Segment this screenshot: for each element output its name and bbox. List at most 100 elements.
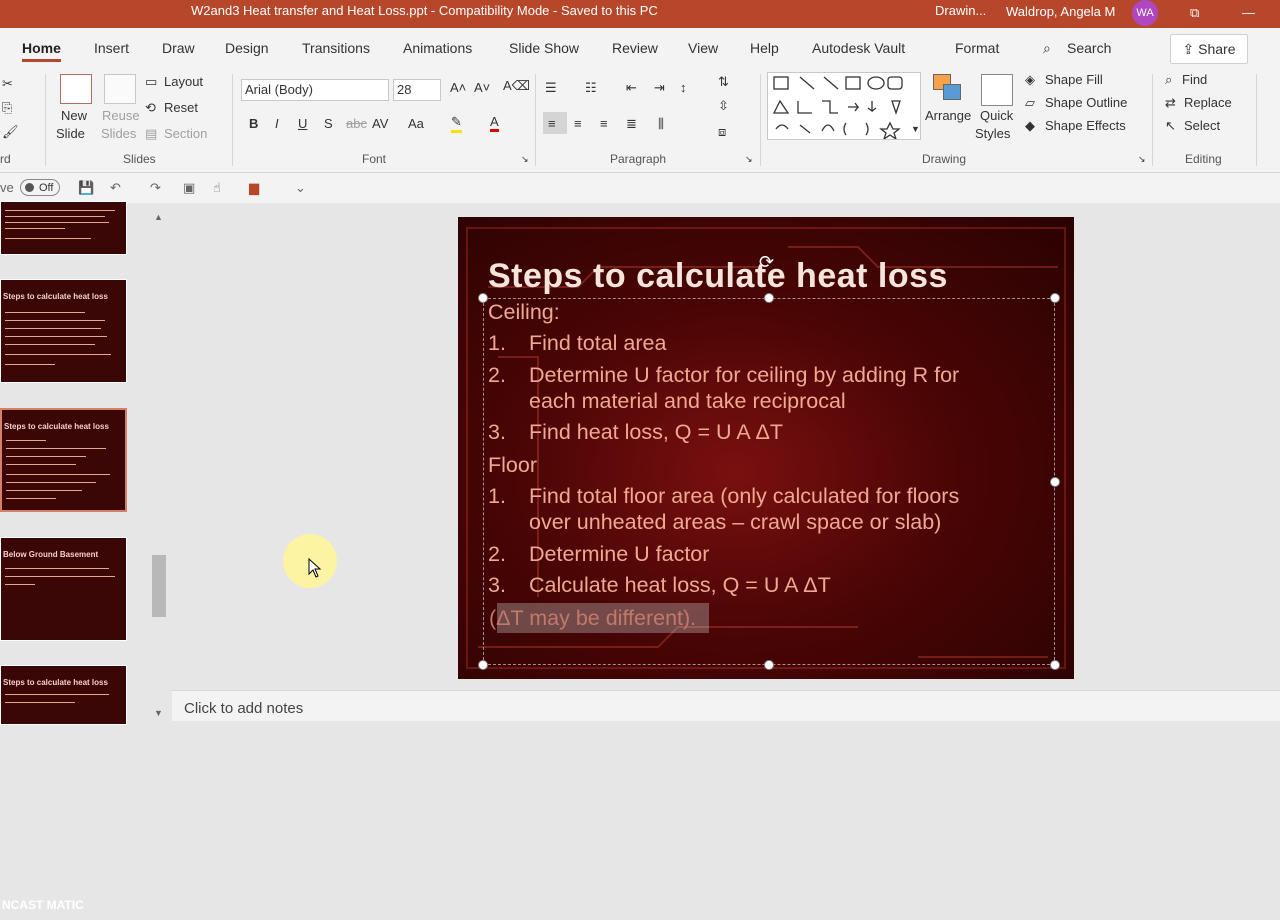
change-case-icon[interactable]: Aa xyxy=(408,116,424,131)
align-center-icon[interactable]: ≡ xyxy=(574,116,582,131)
bullets-icon[interactable]: ☰ xyxy=(545,80,557,96)
justify-icon[interactable]: ≣ xyxy=(626,116,637,132)
section-button[interactable]: Section xyxy=(164,126,207,141)
tab-transitions[interactable]: Transitions xyxy=(302,40,370,56)
font-color-icon[interactable]: A xyxy=(490,114,499,132)
notes-pane[interactable]: Click to add notes xyxy=(172,690,1280,721)
present-icon[interactable]: ▣ xyxy=(183,180,195,196)
resize-handle[interactable] xyxy=(478,660,488,670)
save-icon[interactable]: 💾 xyxy=(78,180,94,196)
scroll-down-icon[interactable]: ▼ xyxy=(154,708,163,718)
quick-styles-label[interactable]: Quick xyxy=(980,108,1013,123)
resize-handle[interactable] xyxy=(764,293,774,303)
slide-thumbnail-selected[interactable]: Steps to calculate heat loss xyxy=(0,408,127,512)
font-size-select[interactable]: 28 xyxy=(393,79,441,101)
italic-button[interactable]: I xyxy=(275,116,279,131)
tab-animations[interactable]: Animations xyxy=(403,40,472,56)
arrange-icon[interactable] xyxy=(931,74,963,106)
tab-review[interactable]: Review xyxy=(612,40,658,56)
resize-handle[interactable] xyxy=(1050,477,1060,487)
paragraph-dialog-icon[interactable]: ↘ xyxy=(745,154,753,165)
slide-thumbnail[interactable]: Steps to calculate heat loss xyxy=(0,665,127,725)
tab-view[interactable]: View xyxy=(688,40,718,56)
text-direction-icon[interactable]: ⇅ xyxy=(718,74,729,90)
section-icon[interactable]: ▤ xyxy=(145,126,157,142)
touch-mode-icon[interactable]: ☝ xyxy=(213,180,221,196)
new-slide-label-2[interactable]: Slide xyxy=(56,126,85,141)
customize-qat-icon[interactable]: ⌄ xyxy=(295,180,306,196)
resize-handle[interactable] xyxy=(478,293,488,303)
reuse-slides-icon[interactable] xyxy=(104,74,136,104)
select-icon[interactable]: ↖ xyxy=(1165,118,1176,134)
slide-thumbnail[interactable]: Steps to calculate heat loss xyxy=(0,279,127,383)
arrange-label[interactable]: Arrange xyxy=(925,108,971,123)
tab-insert[interactable]: Insert xyxy=(94,40,129,56)
quick-styles-icon[interactable] xyxy=(981,74,1013,106)
slide-thumbnail[interactable]: Below Ground Basement xyxy=(0,537,127,641)
font-dialog-icon[interactable]: ↘ xyxy=(521,154,529,165)
reuse-label-2[interactable]: Slides xyxy=(101,126,136,141)
tab-slide-show[interactable]: Slide Show xyxy=(509,40,579,56)
copy-icon[interactable]: ⎘ xyxy=(2,100,12,116)
tab-format[interactable]: Format xyxy=(955,40,999,56)
shape-effects-button[interactable]: Shape Effects xyxy=(1045,118,1126,133)
character-spacing-icon[interactable]: AV xyxy=(372,116,388,131)
tab-home[interactable]: Home xyxy=(22,40,61,62)
tab-autodesk-vault[interactable]: Autodesk Vault xyxy=(812,40,905,56)
undo-icon[interactable]: ↶ xyxy=(110,180,121,196)
resize-handle[interactable] xyxy=(1050,293,1060,303)
increase-indent-icon[interactable]: ⇥ xyxy=(654,80,665,96)
shape-outline-button[interactable]: Shape Outline xyxy=(1045,95,1127,110)
new-slide-icon[interactable] xyxy=(60,74,92,104)
drawing-dialog-icon[interactable]: ↘ xyxy=(1138,154,1146,165)
rotate-handle-icon[interactable]: ⟳ xyxy=(759,252,774,273)
format-painter-icon[interactable]: 🖌 xyxy=(2,124,19,140)
shadow-button[interactable]: S xyxy=(324,116,333,131)
cut-icon[interactable]: ✂ xyxy=(2,76,13,92)
redo-icon[interactable]: ↷ xyxy=(150,180,161,196)
decrease-font-icon[interactable]: A˅ xyxy=(474,80,490,95)
highlight-icon[interactable]: ✎ xyxy=(451,114,462,133)
scroll-up-icon[interactable]: ▲ xyxy=(154,212,163,222)
quick-styles-label-2[interactable]: Styles xyxy=(975,126,1010,141)
tab-draw[interactable]: Draw xyxy=(162,40,195,56)
underline-button[interactable]: U xyxy=(298,116,307,131)
align-right-icon[interactable]: ≡ xyxy=(600,116,608,131)
find-icon[interactable]: ⌕ xyxy=(1165,72,1172,88)
search-icon[interactable]: ⌕ xyxy=(1043,40,1051,57)
select-button[interactable]: Select xyxy=(1184,118,1220,133)
strikethrough-button[interactable]: abc xyxy=(346,116,367,131)
bold-button[interactable]: B xyxy=(249,116,258,131)
new-slide-label[interactable]: New xyxy=(61,108,87,123)
notes-placeholder[interactable]: Click to add notes xyxy=(184,700,303,717)
shape-effects-icon[interactable]: ◆ xyxy=(1025,118,1035,134)
align-text-icon[interactable]: ⇳ xyxy=(718,98,729,114)
clear-formatting-icon[interactable]: A⌫ xyxy=(503,78,530,94)
font-color-qat-icon[interactable]: ▆ xyxy=(249,180,259,196)
reset-button[interactable]: Reset xyxy=(164,100,198,115)
shapes-gallery[interactable] xyxy=(767,72,921,141)
share-button[interactable]: ⇪ Share xyxy=(1170,34,1248,64)
scrollbar-thumb[interactable] xyxy=(152,555,166,617)
slide-title[interactable]: Steps to calculate heat loss xyxy=(488,257,948,296)
layout-button[interactable]: Layout xyxy=(164,74,203,89)
resize-handle[interactable] xyxy=(1050,660,1060,670)
numbering-icon[interactable]: ☷ xyxy=(585,80,597,96)
reset-icon[interactable]: ⟲ xyxy=(145,100,156,116)
smartart-icon[interactable]: ⧈ xyxy=(718,124,726,140)
tab-design[interactable]: Design xyxy=(225,40,269,56)
thumbnail-scrollbar[interactable]: ▲ ▼ xyxy=(150,210,168,720)
increase-font-icon[interactable]: A˄ xyxy=(450,80,466,95)
autosave-toggle[interactable]: Off xyxy=(20,179,60,196)
search-label[interactable]: Search xyxy=(1067,40,1111,56)
layout-icon[interactable]: ▭ xyxy=(145,74,157,90)
columns-icon[interactable]: ⫼ xyxy=(658,116,664,132)
ribbon-display-icon[interactable]: ⧉ xyxy=(1190,5,1199,21)
user-name[interactable]: Waldrop, Angela M xyxy=(1006,4,1115,19)
find-button[interactable]: Find xyxy=(1182,72,1207,87)
shape-fill-button[interactable]: Shape Fill xyxy=(1045,72,1103,87)
font-name-select[interactable]: Arial (Body) xyxy=(241,79,389,101)
decrease-indent-icon[interactable]: ⇤ xyxy=(626,80,637,96)
replace-button[interactable]: Replace xyxy=(1184,95,1232,110)
minimize-icon[interactable]: — xyxy=(1242,5,1255,20)
